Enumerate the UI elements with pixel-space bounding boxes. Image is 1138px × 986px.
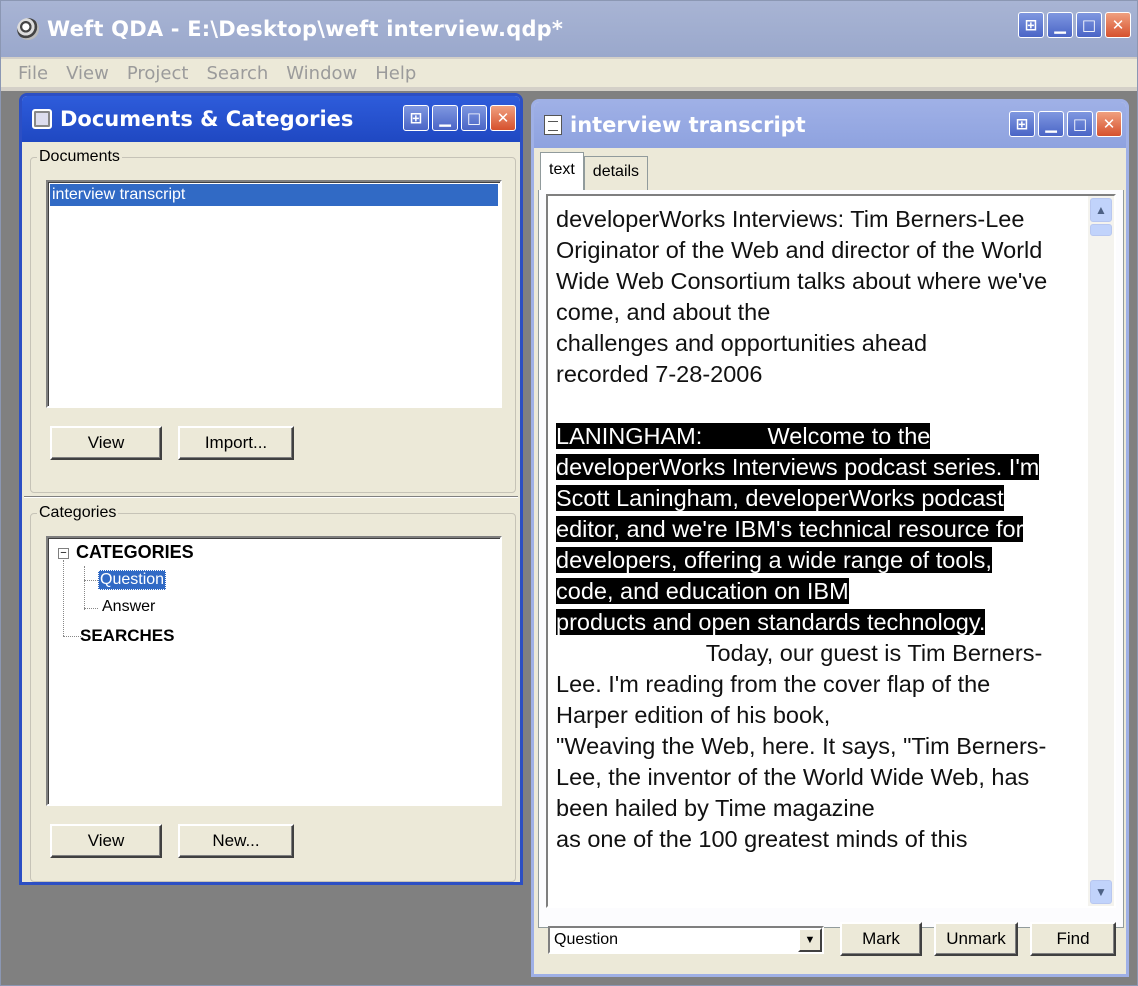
mdi-workspace: Documents & Categories ⊞ ▁ □ ✕ Documents…: [1, 91, 1137, 985]
new-category-button[interactable]: New...: [178, 824, 294, 858]
weft-logo-icon: [17, 18, 39, 40]
documents-categories-window: Documents & Categories ⊞ ▁ □ ✕ Documents…: [19, 93, 523, 885]
view-documents-button[interactable]: View: [50, 426, 162, 460]
collapse-toggle-icon[interactable]: −: [58, 548, 69, 559]
text-line: Harper edition of his book,: [556, 702, 831, 728]
tab-strip: text details: [540, 152, 649, 190]
tree-line: [84, 566, 85, 610]
app-window: Weft QDA - E:\Desktop\weft interview.qdp…: [0, 0, 1138, 986]
text-line: been hailed by Time magazine: [556, 795, 875, 821]
tab-details[interactable]: details: [583, 156, 649, 190]
menu-window[interactable]: Window: [277, 63, 366, 84]
highlighted-line: developers, offering a wide range of too…: [556, 547, 992, 573]
highlighted-line: products and open standards technology.: [556, 609, 986, 635]
pin-icon[interactable]: ⊞: [403, 105, 429, 131]
text-line: challenges and opportunities ahead: [556, 330, 928, 356]
close-icon[interactable]: ✕: [490, 105, 516, 131]
maximize-icon[interactable]: □: [1076, 12, 1102, 38]
maximize-icon[interactable]: □: [461, 105, 487, 131]
transcript-window-titlebar[interactable]: interview transcript ⊞ ▁ □ ✕: [534, 102, 1126, 148]
list-item[interactable]: interview transcript: [50, 184, 498, 206]
minimize-icon[interactable]: ▁: [1038, 111, 1064, 137]
category-select[interactable]: Question ▼: [548, 926, 824, 954]
document-icon: [544, 115, 562, 135]
maximize-icon[interactable]: □: [1067, 111, 1093, 137]
title-bar[interactable]: Weft QDA - E:\Desktop\weft interview.qdp…: [1, 1, 1137, 57]
app-title: Weft QDA - E:\Desktop\weft interview.qdp…: [47, 17, 564, 41]
tree-node-categories[interactable]: CATEGORIES: [76, 542, 194, 563]
menu-help[interactable]: Help: [366, 63, 425, 84]
documents-legend: Documents: [39, 148, 120, 165]
tree-line: [84, 580, 98, 581]
highlighted-line: LANINGHAM: Welcome to the: [556, 423, 931, 449]
highlighted-line: developerWorks Interviews podcast series…: [556, 454, 1040, 480]
pin-icon[interactable]: ⊞: [1009, 111, 1035, 137]
text-line: come, and about the: [556, 299, 771, 325]
text-line: recorded 7-28-2006: [556, 361, 763, 387]
scroll-down-icon[interactable]: ▼: [1090, 880, 1112, 904]
category-select-value: Question: [554, 931, 619, 948]
transcript-window-title: interview transcript: [570, 113, 806, 137]
chevron-down-icon[interactable]: ▼: [798, 928, 822, 952]
tab-text[interactable]: text: [540, 152, 584, 190]
highlighted-line: editor, and we're IBM's technical resour…: [556, 516, 1024, 542]
menu-file[interactable]: File: [9, 63, 57, 84]
text-line: Wide Web Consortium talks about where we…: [556, 268, 1048, 294]
transcript-text-area[interactable]: developerWorks Interviews: Tim Berners-L…: [546, 194, 1116, 908]
tree-node-answer[interactable]: Answer: [102, 598, 155, 616]
categories-legend: Categories: [39, 504, 117, 521]
tree-node-question[interactable]: Question: [98, 570, 167, 590]
text-line: Lee, the inventor of the World Wide Web,…: [556, 764, 1030, 790]
menu-search[interactable]: Search: [197, 63, 277, 84]
text-line: developerWorks Interviews: Tim Berners-L…: [556, 206, 1025, 232]
tree-line: [63, 636, 81, 637]
highlighted-line: Scott Laningham, developerWorks podcast: [556, 485, 1004, 511]
categories-window-icon: [32, 109, 52, 129]
transcript-text: developerWorks Interviews: Tim Berners-L…: [556, 204, 1082, 855]
import-button[interactable]: Import...: [178, 426, 294, 460]
close-icon[interactable]: ✕: [1105, 12, 1131, 38]
highlighted-line: code, and education on IBM: [556, 578, 849, 604]
docs-window-title: Documents & Categories: [60, 107, 354, 131]
menu-view[interactable]: View: [57, 63, 118, 84]
text-line: Originator of the Web and director of th…: [556, 237, 1043, 263]
text-line: Today, our guest is Tim Berners-: [556, 640, 1043, 666]
documents-list[interactable]: interview transcript: [46, 180, 502, 408]
text-line: "Weaving the Web, here. It says, "Tim Be…: [556, 733, 1047, 759]
pin-icon[interactable]: ⊞: [1018, 12, 1044, 38]
transcript-window: interview transcript ⊞ ▁ □ ✕ text detail…: [531, 99, 1129, 977]
tree-line: [84, 608, 98, 609]
find-button[interactable]: Find: [1030, 922, 1116, 956]
tree-node-searches[interactable]: SEARCHES: [80, 626, 174, 646]
categories-tree[interactable]: − CATEGORIES Question Answer SEARCHES: [46, 536, 502, 806]
minimize-icon[interactable]: ▁: [1047, 12, 1073, 38]
menu-project[interactable]: Project: [118, 63, 198, 84]
menu-bar: File View Project Search Window Help: [1, 59, 1137, 87]
text-line: as one of the 100 greatest minds of this: [556, 826, 968, 852]
vertical-scrollbar[interactable]: ▲ ▼: [1088, 196, 1114, 906]
highlighted-passage: LANINGHAM: Welcome to the developerWorks…: [556, 421, 1082, 638]
scroll-thumb[interactable]: [1090, 224, 1112, 236]
scroll-up-icon[interactable]: ▲: [1090, 198, 1112, 222]
splitter[interactable]: [24, 496, 518, 498]
mark-button[interactable]: Mark: [840, 922, 922, 956]
docs-window-titlebar[interactable]: Documents & Categories ⊞ ▁ □ ✕: [22, 96, 520, 142]
text-line: Lee. I'm reading from the cover flap of …: [556, 671, 991, 697]
view-categories-button[interactable]: View: [50, 824, 162, 858]
unmark-button[interactable]: Unmark: [934, 922, 1018, 956]
close-icon[interactable]: ✕: [1096, 111, 1122, 137]
tree-line: [63, 560, 64, 636]
minimize-icon[interactable]: ▁: [432, 105, 458, 131]
